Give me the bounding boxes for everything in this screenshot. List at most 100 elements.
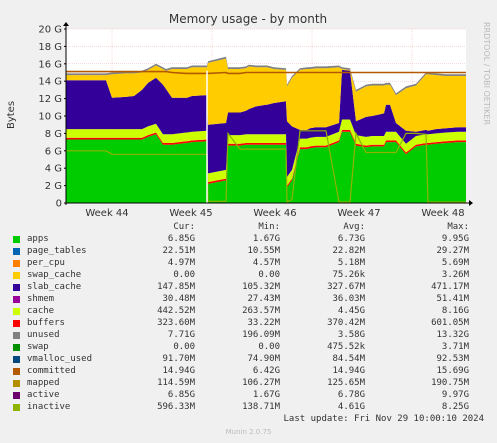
legend-row-slab_cache: slab_cache 147.85M 105.32M 327.67M 471.17M	[0, 282, 497, 294]
legend-max-value: 8.25G	[441, 402, 469, 412]
legend-min-value: 0.00	[258, 342, 280, 352]
legend-avg-value: 84.54M	[332, 354, 365, 364]
x-axis-arrow	[469, 200, 473, 206]
legend-avg-value: 3.58G	[337, 330, 365, 340]
legend-min-value: 263.57M	[242, 306, 280, 316]
legend-max-value: 601.05M	[431, 318, 469, 328]
legend-avg-value: 370.42M	[327, 318, 365, 328]
legend-avg-value: 6.73G	[337, 234, 365, 244]
legend-cur-value: 7.71G	[167, 330, 195, 340]
legend-max-value: 13.32G	[436, 330, 469, 340]
munin-version: Munin 2.0.75	[225, 428, 272, 436]
legend-swatch	[13, 368, 20, 375]
legend-row-per_cpu: per_cpu 4.97M 4.57M 5.18M 5.69M	[0, 258, 497, 270]
legend-swatch	[13, 404, 20, 411]
legend-min-value: 10.55M	[247, 246, 280, 256]
legend-cur-value: 0.00	[173, 270, 195, 280]
header-max: Max:	[447, 222, 469, 232]
x-tick-label: Week 48	[421, 208, 464, 219]
legend-cur-value: 147.85M	[157, 282, 195, 292]
legend-name: committed	[27, 366, 76, 376]
legend-avg-value: 4.61G	[337, 402, 365, 412]
y-tick-label: 4 G	[45, 164, 62, 175]
legend-avg-value: 22.82M	[332, 246, 365, 256]
legend-swatch	[13, 356, 20, 363]
legend-avg-value: 14.94G	[332, 366, 365, 376]
legend-min-value: 0.00	[258, 270, 280, 280]
legend-min-value: 105.32M	[242, 282, 280, 292]
y-tick-label: 14 G	[38, 77, 62, 88]
legend-max-value: 29.27M	[436, 246, 469, 256]
legend-row-inactive: inactive 596.33M 138.71M 4.61G 8.25G	[0, 402, 497, 414]
y-tick-label: 8 G	[45, 129, 62, 140]
legend-name: per_cpu	[27, 258, 65, 268]
legend-name: swap_cache	[27, 270, 82, 280]
legend-cur-value: 22.51M	[162, 246, 195, 256]
legend-name: vmalloc_used	[27, 354, 93, 364]
legend-swatch	[13, 248, 20, 255]
legend-min-value: 74.90M	[247, 354, 280, 364]
legend-cur-value: 596.33M	[157, 402, 195, 412]
legend-avg-value: 5.18M	[337, 258, 365, 268]
legend-swatch	[13, 344, 20, 351]
legend-avg-value: 6.78G	[337, 390, 365, 400]
x-tick-label: Week 45	[169, 208, 212, 219]
legend-row-committed: committed 14.94G 6.42G 14.94G 15.69G	[0, 366, 497, 378]
legend-cur-value: 4.97M	[167, 258, 195, 268]
x-tick-label: Week 44	[85, 208, 128, 219]
legend-max-value: 5.69M	[441, 258, 469, 268]
legend-min-value: 138.71M	[242, 402, 280, 412]
legend-avg-value: 125.65M	[327, 378, 365, 388]
legend-name: apps	[27, 234, 49, 244]
header-cur: Cur:	[173, 222, 195, 232]
legend-row-page_tables: page_tables 22.51M 10.55M 22.82M 29.27M	[0, 246, 497, 258]
legend-max-value: 15.69G	[436, 366, 469, 376]
legend-name: page_tables	[27, 246, 87, 256]
legend-cur-value: 6.85G	[167, 234, 195, 244]
legend-cur-value: 323.60M	[157, 318, 195, 328]
y-tick-label: 18 G	[38, 42, 62, 53]
legend-max-value: 3.26M	[441, 270, 469, 280]
legend-name: inactive	[27, 402, 71, 412]
legend-name: active	[27, 390, 60, 400]
legend-name: mapped	[27, 378, 60, 388]
rrdtool-credit: RRDTOOL / TOBI OETIKER	[482, 22, 491, 125]
legend-row-apps: apps 6.85G 1.67G 6.73G 9.95G	[0, 234, 497, 246]
y-tick-label: 10 G	[38, 112, 62, 123]
legend-cur-value: 30.48M	[162, 294, 195, 304]
x-tick-label: Week 46	[253, 208, 296, 219]
legend-swatch	[13, 296, 20, 303]
y-tick-labels: 0 2 G 4 G 6 G 8 G 10 G 12 G 14 G 16 G 18 G 20 G	[38, 25, 66, 210]
legend-min-value: 1.67G	[252, 234, 280, 244]
legend-cur-value: 0.00	[173, 342, 195, 352]
y-tick-label: 12 G	[38, 94, 62, 105]
legend-max-value: 9.95G	[441, 234, 469, 244]
legend-cur-value: 114.59M	[157, 378, 195, 388]
legend-avg-value: 75.26k	[332, 270, 365, 280]
y-tick-label: 20 G	[38, 25, 62, 36]
legend-min-value: 196.09M	[242, 330, 280, 340]
x-tick-labels: Week 44 Week 45 Week 46 Week 47 Week 48	[85, 208, 464, 219]
header-min: Min:	[258, 222, 280, 232]
legend-cur-value: 91.70M	[162, 354, 195, 364]
legend-table: apps 6.85G 1.67G 6.73G 9.95G page_tables 22.51…	[0, 234, 497, 414]
legend-cur-value: 6.85G	[167, 390, 195, 400]
legend-swatch	[13, 308, 20, 315]
y-tick-label: 2 G	[45, 181, 62, 192]
legend-row-swap_cache: swap_cache 0.00 0.00 75.26k 3.26M	[0, 270, 497, 282]
legend-avg-value: 327.67M	[327, 282, 365, 292]
legend-min-value: 27.43M	[247, 294, 280, 304]
legend-row-mapped: mapped 114.59M 106.27M 125.65M 190.75M	[0, 378, 497, 390]
legend-max-value: 92.53M	[436, 354, 469, 364]
legend-swatch	[13, 236, 20, 243]
legend-max-value: 9.97G	[441, 390, 469, 400]
legend-row-swap: swap 0.00 0.00 475.52k 3.71M	[0, 342, 497, 354]
legend-name: buffers	[27, 318, 65, 328]
legend-swatch	[13, 332, 20, 339]
legend-max-value: 471.17M	[431, 282, 469, 292]
y-axis-label: Bytes	[6, 101, 17, 129]
legend-min-value: 1.67G	[252, 390, 280, 400]
y-axis-arrow	[63, 22, 69, 26]
legend-row-shmem: shmem 30.48M 27.43M 36.03M 51.41M	[0, 294, 497, 306]
legend-max-value: 3.71M	[441, 342, 469, 352]
